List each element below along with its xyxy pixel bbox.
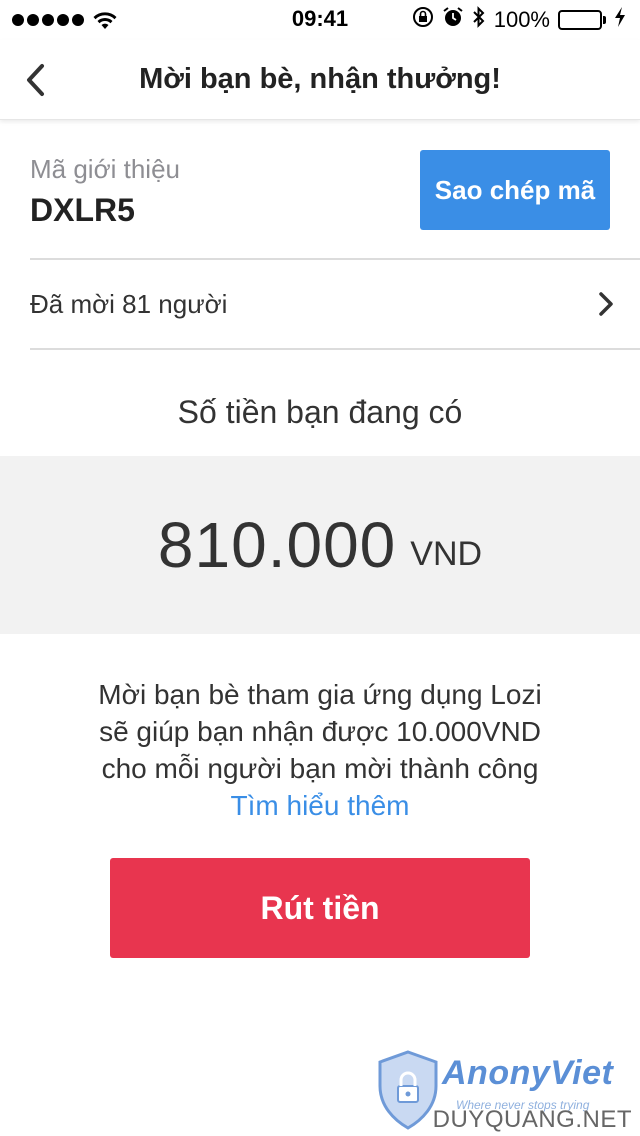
description-line: cho mỗi người bạn mời thành công (101, 753, 539, 784)
battery-icon (558, 10, 606, 30)
status-right: 100% (412, 5, 626, 35)
shield-lock-icon (378, 1050, 438, 1130)
chevron-left-icon (27, 64, 44, 96)
signal-strength-icon (12, 14, 84, 26)
invited-count-text: Đã mời 81 người (30, 288, 228, 319)
learn-more-link[interactable]: Tìm hiểu thêm (0, 787, 640, 824)
watermark-site: DUYQUANG.NET (432, 1106, 632, 1133)
watermark: AnonyViet Where never stops trying DUYQU… (376, 1050, 640, 1136)
alarm-icon (442, 6, 464, 34)
nav-bar: Mời bạn bè, nhận thưởng! (0, 40, 640, 120)
status-bar: 09:41 100% (0, 0, 640, 40)
referral-description: Mời bạn bè tham gia ứng dụng Lozi sẽ giú… (0, 676, 640, 824)
watermark-brand: AnonyViet (442, 1054, 614, 1092)
referral-screen: 09:41 100% Mời bạn bè, nhận thưởng! Mã g… (0, 0, 640, 1136)
charging-icon (614, 6, 626, 34)
balance-label: Số tiền bạn đang có (177, 394, 463, 430)
battery-percent: 100% (493, 7, 550, 32)
balance-currency: VND (410, 534, 483, 573)
page-title: Mời bạn bè, nhận thưởng! (139, 63, 501, 95)
chevron-right-icon (598, 291, 614, 317)
withdraw-button[interactable]: Rút tiền (110, 858, 530, 958)
referral-code-value: DXLR5 (30, 192, 135, 228)
wifi-icon (92, 10, 118, 30)
referral-code-label: Mã giới thiệu (30, 154, 181, 184)
back-button[interactable] (20, 62, 50, 98)
copy-code-button[interactable]: Sao chép mã (420, 150, 610, 230)
referral-code-row: Mã giới thiệu DXLR5 Sao chép mã (30, 150, 610, 230)
status-left (12, 10, 118, 30)
description-line: sẽ giúp bạn nhận được 10.000VND (99, 716, 541, 747)
description-line: Mời bạn bè tham gia ứng dụng Lozi (98, 679, 542, 710)
balance-box: 810.000 VND (0, 456, 640, 634)
invited-friends-row[interactable]: Đã mời 81 người (30, 260, 640, 348)
rotation-lock-icon (412, 6, 434, 34)
divider (30, 348, 640, 350)
bluetooth-icon (472, 5, 486, 35)
balance-amount: 810.000 (157, 509, 397, 581)
